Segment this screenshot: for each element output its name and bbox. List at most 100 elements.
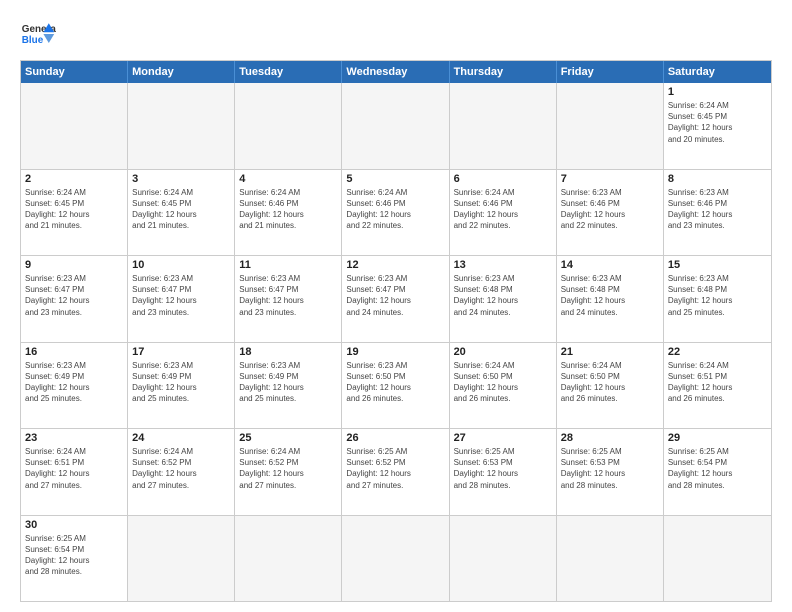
calendar-empty-cell [235,516,342,602]
calendar-day-6: 6 Sunrise: 6:24 AM Sunset: 6:46 PM Daylig… [450,170,557,256]
calendar-week-1: 2 Sunrise: 6:24 AM Sunset: 6:45 PM Daylig… [21,169,771,256]
calendar-day-27: 27 Sunrise: 6:25 AM Sunset: 6:53 PM Dayli… [450,429,557,515]
header-day-saturday: Saturday [664,61,771,83]
calendar-empty-cell [128,516,235,602]
calendar-day-19: 19 Sunrise: 6:23 AM Sunset: 6:50 PM Dayli… [342,343,449,429]
day-number: 12 [346,259,444,271]
day-details: Sunrise: 6:24 AM Sunset: 6:52 PM Dayligh… [239,446,337,491]
calendar-day-1: 1 Sunrise: 6:24 AM Sunset: 6:45 PM Daylig… [664,83,771,169]
header-day-monday: Monday [128,61,235,83]
day-details: Sunrise: 6:23 AM Sunset: 6:46 PM Dayligh… [668,187,767,232]
calendar-day-23: 23 Sunrise: 6:24 AM Sunset: 6:51 PM Dayli… [21,429,128,515]
day-number: 18 [239,346,337,358]
day-details: Sunrise: 6:24 AM Sunset: 6:46 PM Dayligh… [346,187,444,232]
day-number: 14 [561,259,659,271]
day-number: 10 [132,259,230,271]
calendar-empty-cell [450,516,557,602]
day-number: 8 [668,173,767,185]
day-details: Sunrise: 6:23 AM Sunset: 6:48 PM Dayligh… [454,273,552,318]
day-details: Sunrise: 6:24 AM Sunset: 6:50 PM Dayligh… [454,360,552,405]
day-number: 27 [454,432,552,444]
day-number: 24 [132,432,230,444]
calendar-day-13: 13 Sunrise: 6:23 AM Sunset: 6:48 PM Dayli… [450,256,557,342]
day-number: 5 [346,173,444,185]
calendar-day-10: 10 Sunrise: 6:23 AM Sunset: 6:47 PM Dayli… [128,256,235,342]
calendar-day-8: 8 Sunrise: 6:23 AM Sunset: 6:46 PM Daylig… [664,170,771,256]
day-number: 4 [239,173,337,185]
day-number: 19 [346,346,444,358]
calendar-day-9: 9Sunrise: 6:23 AM Sunset: 6:47 PM Daylig… [21,256,128,342]
calendar-empty-cell [128,83,235,169]
calendar-day-28: 28 Sunrise: 6:25 AM Sunset: 6:53 PM Dayli… [557,429,664,515]
calendar-day-20: 20 Sunrise: 6:24 AM Sunset: 6:50 PM Dayli… [450,343,557,429]
day-details: Sunrise: 6:24 AM Sunset: 6:45 PM Dayligh… [25,187,123,232]
day-details: Sunrise: 6:23 AM Sunset: 6:49 PM Dayligh… [132,360,230,405]
calendar-day-24: 24Sunrise: 6:24 AM Sunset: 6:52 PM Dayli… [128,429,235,515]
day-details: Sunrise: 6:24 AM Sunset: 6:51 PM Dayligh… [25,446,123,491]
day-number: 15 [668,259,767,271]
calendar-day-2: 2 Sunrise: 6:24 AM Sunset: 6:45 PM Daylig… [21,170,128,256]
calendar-empty-cell [557,83,664,169]
day-details: Sunrise: 6:24 AM Sunset: 6:50 PM Dayligh… [561,360,659,405]
day-details: Sunrise: 6:23 AM Sunset: 6:47 PM Dayligh… [132,273,230,318]
svg-text:Blue: Blue [22,35,44,46]
calendar-day-18: 18 Sunrise: 6:23 AM Sunset: 6:49 PM Dayli… [235,343,342,429]
calendar-week-4: 23 Sunrise: 6:24 AM Sunset: 6:51 PM Dayli… [21,428,771,515]
calendar-day-15: 15Sunrise: 6:23 AM Sunset: 6:48 PM Dayli… [664,256,771,342]
day-number: 22 [668,346,767,358]
calendar-day-26: 26Sunrise: 6:25 AM Sunset: 6:52 PM Dayli… [342,429,449,515]
day-number: 20 [454,346,552,358]
calendar-empty-cell [21,83,128,169]
day-details: Sunrise: 6:24 AM Sunset: 6:46 PM Dayligh… [239,187,337,232]
day-number: 11 [239,259,337,271]
day-number: 2 [25,173,123,185]
calendar-empty-cell [557,516,664,602]
day-number: 7 [561,173,659,185]
day-details: Sunrise: 6:23 AM Sunset: 6:49 PM Dayligh… [25,360,123,405]
day-details: Sunrise: 6:25 AM Sunset: 6:52 PM Dayligh… [346,446,444,491]
calendar-week-5: 30 Sunrise: 6:25 AM Sunset: 6:54 PM Dayli… [21,515,771,602]
calendar-empty-cell [450,83,557,169]
day-number: 6 [454,173,552,185]
calendar-week-2: 9Sunrise: 6:23 AM Sunset: 6:47 PM Daylig… [21,255,771,342]
day-number: 21 [561,346,659,358]
header-day-friday: Friday [557,61,664,83]
day-details: Sunrise: 6:23 AM Sunset: 6:50 PM Dayligh… [346,360,444,405]
calendar-day-22: 22Sunrise: 6:24 AM Sunset: 6:51 PM Dayli… [664,343,771,429]
calendar-week-3: 16Sunrise: 6:23 AM Sunset: 6:49 PM Dayli… [21,342,771,429]
page: General Blue SundayMondayTuesdayWednesda… [0,0,792,612]
day-number: 1 [668,86,767,98]
day-details: Sunrise: 6:25 AM Sunset: 6:54 PM Dayligh… [25,533,123,578]
calendar-day-5: 5 Sunrise: 6:24 AM Sunset: 6:46 PM Daylig… [342,170,449,256]
day-details: Sunrise: 6:23 AM Sunset: 6:47 PM Dayligh… [346,273,444,318]
calendar-day-12: 12 Sunrise: 6:23 AM Sunset: 6:47 PM Dayli… [342,256,449,342]
day-number: 30 [25,519,123,531]
calendar-empty-cell [235,83,342,169]
calendar-day-11: 11 Sunrise: 6:23 AM Sunset: 6:47 PM Dayli… [235,256,342,342]
day-details: Sunrise: 6:24 AM Sunset: 6:45 PM Dayligh… [668,100,767,145]
header-day-thursday: Thursday [450,61,557,83]
calendar: SundayMondayTuesdayWednesdayThursdayFrid… [20,60,772,602]
day-number: 28 [561,432,659,444]
calendar-day-21: 21 Sunrise: 6:24 AM Sunset: 6:50 PM Dayli… [557,343,664,429]
day-details: Sunrise: 6:25 AM Sunset: 6:53 PM Dayligh… [454,446,552,491]
generalblue-logo-icon: General Blue [20,16,56,52]
header-day-sunday: Sunday [21,61,128,83]
day-details: Sunrise: 6:23 AM Sunset: 6:48 PM Dayligh… [561,273,659,318]
header-day-wednesday: Wednesday [342,61,449,83]
calendar-day-16: 16Sunrise: 6:23 AM Sunset: 6:49 PM Dayli… [21,343,128,429]
calendar-day-3: 3 Sunrise: 6:24 AM Sunset: 6:45 PM Daylig… [128,170,235,256]
day-details: Sunrise: 6:23 AM Sunset: 6:49 PM Dayligh… [239,360,337,405]
day-number: 17 [132,346,230,358]
logo: General Blue [20,16,56,52]
day-details: Sunrise: 6:24 AM Sunset: 6:45 PM Dayligh… [132,187,230,232]
day-details: Sunrise: 6:23 AM Sunset: 6:47 PM Dayligh… [239,273,337,318]
day-details: Sunrise: 6:23 AM Sunset: 6:46 PM Dayligh… [561,187,659,232]
calendar-empty-cell [342,516,449,602]
header-day-tuesday: Tuesday [235,61,342,83]
day-details: Sunrise: 6:24 AM Sunset: 6:46 PM Dayligh… [454,187,552,232]
day-number: 13 [454,259,552,271]
day-number: 23 [25,432,123,444]
day-number: 3 [132,173,230,185]
day-details: Sunrise: 6:25 AM Sunset: 6:53 PM Dayligh… [561,446,659,491]
